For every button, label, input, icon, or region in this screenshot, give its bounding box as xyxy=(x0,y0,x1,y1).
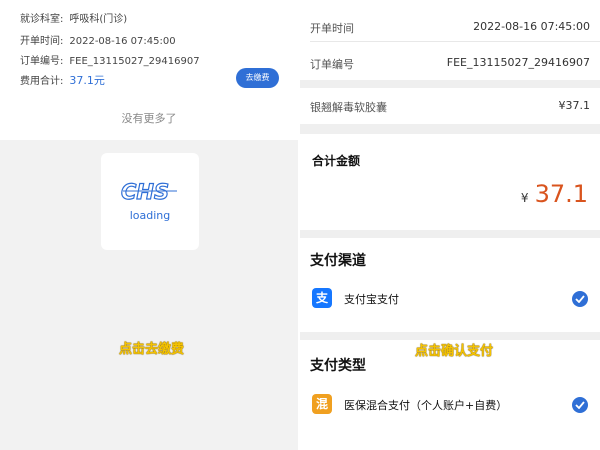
payment-type-title: 支付类型 xyxy=(310,358,366,374)
department-row: 就诊科室: 呼吸科(门诊) xyxy=(20,10,127,25)
alipay-option-label[interactable]: 支付宝支付 xyxy=(344,291,399,307)
order-number-value-right: FEE_13115027_29416907 xyxy=(446,56,590,69)
order-number-label-right: 订单编号 xyxy=(310,58,354,71)
order-number-row: 订单编号: FEE_13115027_29416907 xyxy=(20,52,200,67)
right-screen: 开单时间 2022-08-16 07:45:00 订单编号 FEE_131150… xyxy=(300,0,600,450)
total-currency: ¥ xyxy=(520,191,529,205)
mixed-payment-option-label[interactable]: 医保混合支付（个人账户+自费） xyxy=(344,397,507,413)
payment-channel-title: 支付渠道 xyxy=(310,253,366,269)
item-name: 银翘解毒软胶囊 xyxy=(310,101,387,114)
total-label: 合计金额 xyxy=(312,154,361,168)
mixed-payment-check-icon[interactable] xyxy=(572,397,588,413)
chs-logo-icon: CHS xyxy=(120,179,177,203)
department-value: 呼吸科(门诊) xyxy=(69,14,128,25)
fee-total-label: 费用合计: xyxy=(20,76,64,87)
item-price: ¥37.1 xyxy=(558,99,591,112)
open-time-value: 2022-08-16 07:45:00 xyxy=(69,36,176,47)
order-number-label: 订单编号: xyxy=(20,56,64,67)
total-amount: ¥37.1 xyxy=(521,180,588,208)
open-time-value-right: 2022-08-16 07:45:00 xyxy=(473,20,590,33)
open-time-row: 开单时间: 2022-08-16 07:45:00 xyxy=(20,32,176,47)
go-pay-button[interactable]: 去缴费 xyxy=(236,68,279,88)
order-info-card: 开单时间 2022-08-16 07:45:00 订单编号 FEE_131150… xyxy=(300,0,600,80)
loading-dialog: CHS loading xyxy=(101,153,199,250)
open-time-label: 开单时间: xyxy=(20,36,64,47)
item-row: 银翘解毒软胶囊 ¥37.1 xyxy=(310,99,590,115)
left-caption: 点击去缴费 xyxy=(119,342,185,357)
bill-card: 就诊科室: 呼吸科(门诊) 开单时间: 2022-08-16 07:45:00 订单… xyxy=(0,0,298,100)
order-number-row-right: 订单编号 FEE_13115027_29416907 xyxy=(310,56,590,72)
no-more-text: 没有更多了 xyxy=(0,100,298,140)
alipay-icon: 支 xyxy=(312,288,332,308)
right-caption: 点击确认支付 xyxy=(415,344,494,359)
fee-total-row: 费用合计: 37.1元 xyxy=(20,72,105,88)
left-screen: 就诊科室: 呼吸科(门诊) 开单时间: 2022-08-16 07:45:00 订单… xyxy=(0,0,298,450)
open-time-label-right: 开单时间 xyxy=(310,22,354,35)
alipay-check-icon[interactable] xyxy=(572,291,588,307)
item-card: 银翘解毒软胶囊 ¥37.1 xyxy=(300,88,600,124)
loading-text: loading xyxy=(129,209,171,222)
divider xyxy=(310,41,600,42)
fee-total-value: 37.1元 xyxy=(69,74,105,87)
open-time-row-right: 开单时间 2022-08-16 07:45:00 xyxy=(310,20,590,36)
department-label: 就诊科室: xyxy=(20,14,64,25)
mixed-payment-icon: 混 xyxy=(312,394,332,414)
order-number-value: FEE_13115027_29416907 xyxy=(69,56,200,67)
total-value: 37.1 xyxy=(534,180,588,208)
